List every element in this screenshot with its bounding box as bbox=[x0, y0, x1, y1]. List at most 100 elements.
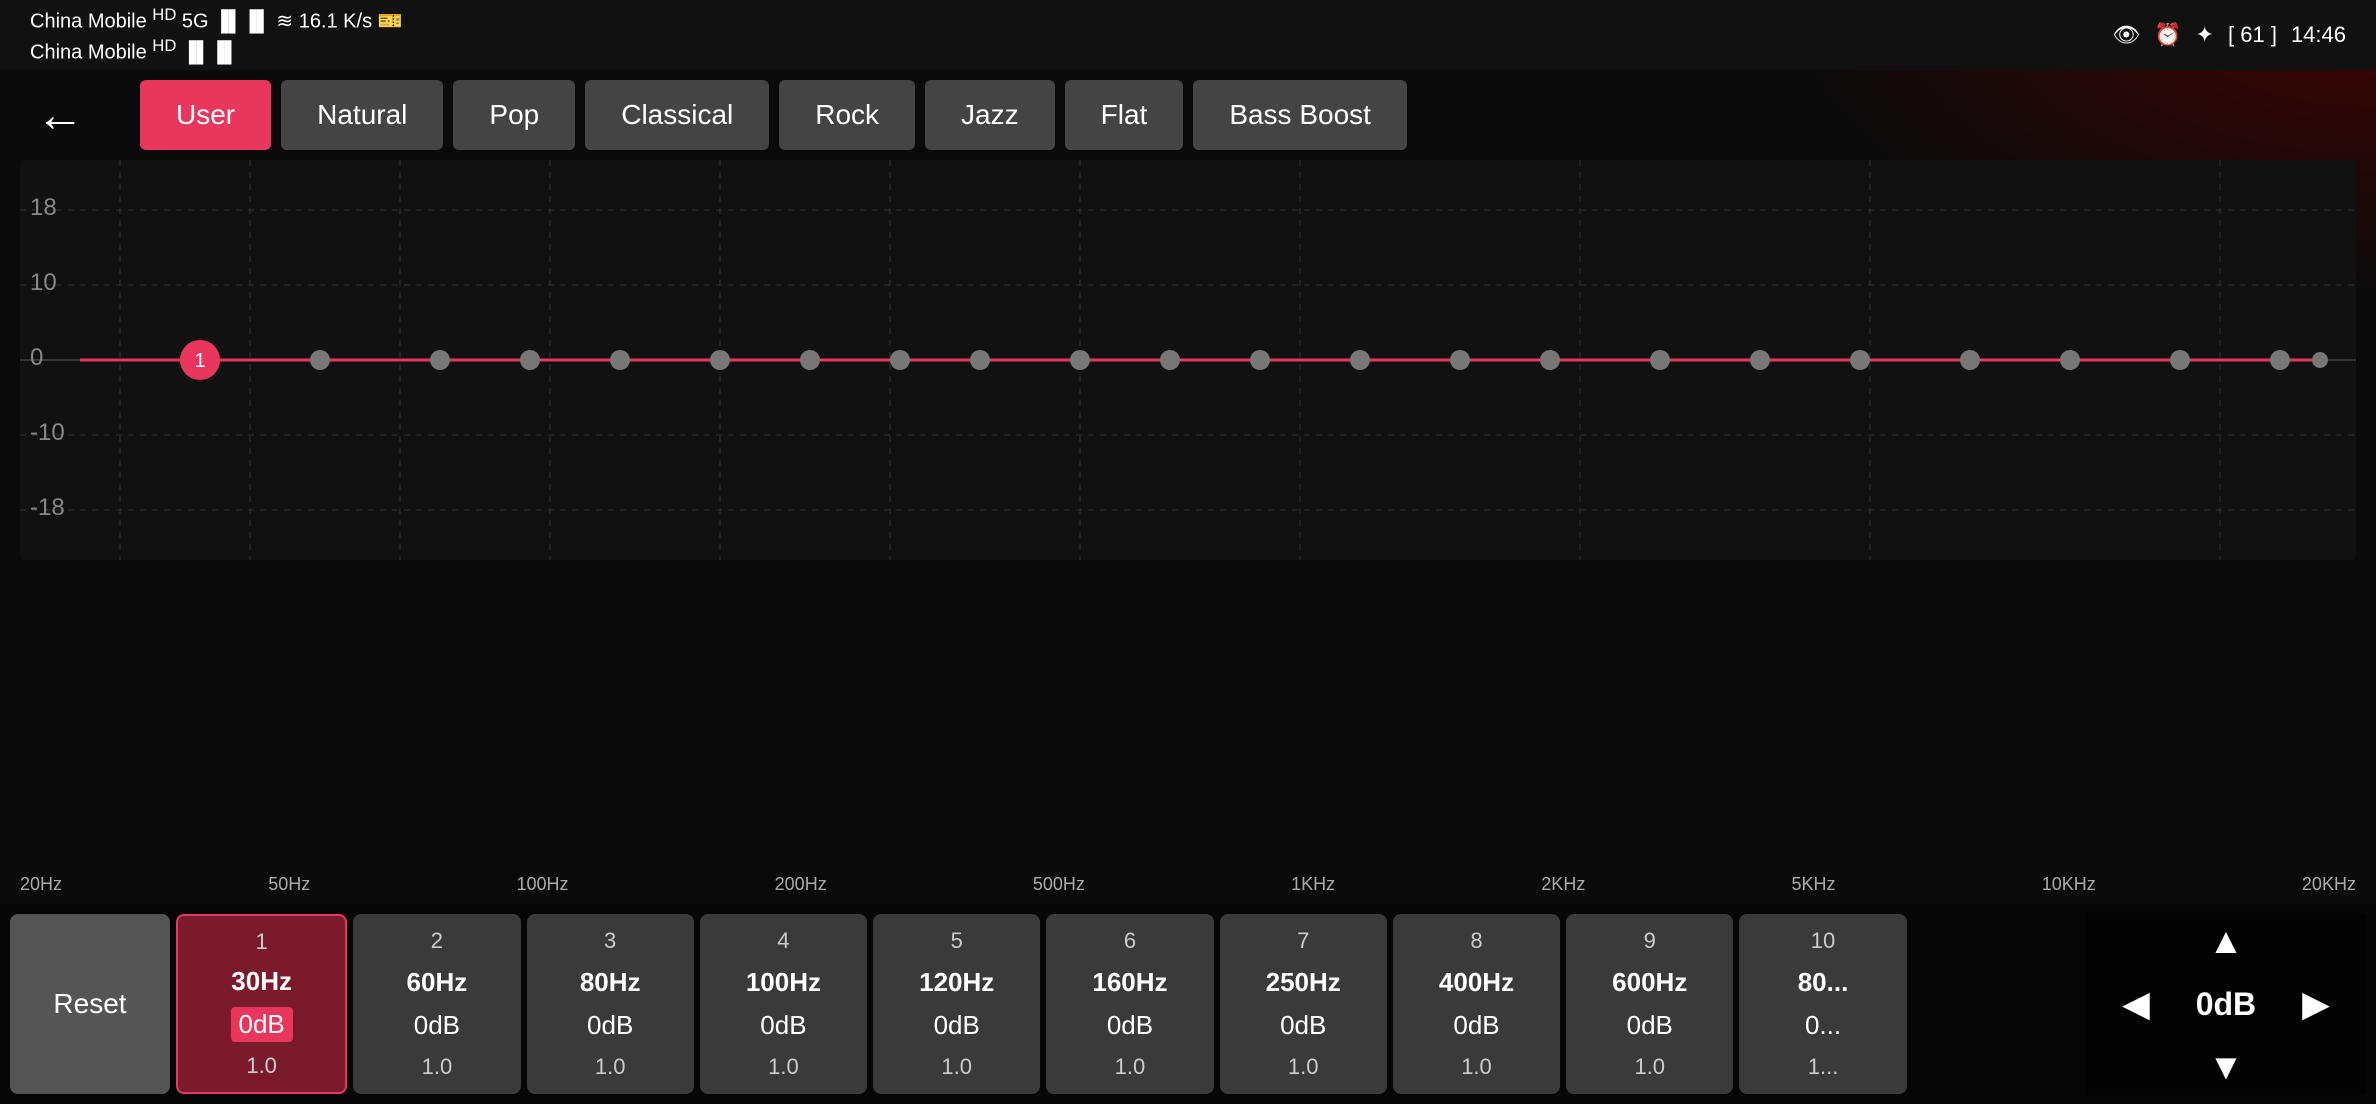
band-3-num: 3 bbox=[604, 928, 616, 954]
freq-5khz: 5KHz bbox=[1792, 874, 1836, 895]
band-6[interactable]: 6 160Hz 0dB 1.0 bbox=[1046, 914, 1213, 1094]
band-7[interactable]: 7 250Hz 0dB 1.0 bbox=[1220, 914, 1387, 1094]
band-3-db: 0dB bbox=[587, 1010, 633, 1041]
carrier1-text: China Mobile HD 5G ▐▌▐▌ ≋ 16.1 K/s 🎫 bbox=[30, 5, 403, 34]
band-5-num: 5 bbox=[951, 928, 963, 954]
band-6-freq: 160Hz bbox=[1092, 967, 1167, 998]
band-1[interactable]: 1 30Hz 0dB 1.0 bbox=[176, 914, 347, 1094]
carrier2-text: China Mobile HD ▐▌▐▌ bbox=[30, 36, 403, 65]
band-10[interactable]: 10 80... 0... 1... bbox=[1739, 914, 1906, 1094]
db-down-button[interactable]: ▼ bbox=[2196, 1040, 2256, 1094]
band-10-freq: 80... bbox=[1798, 967, 1849, 998]
band-6-q: 1.0 bbox=[1115, 1054, 1146, 1080]
band-prev-button[interactable]: ◀ bbox=[2106, 974, 2166, 1034]
db-up-button[interactable]: ▲ bbox=[2196, 914, 2256, 968]
back-arrow-icon: ← bbox=[36, 88, 84, 143]
band-9-num: 9 bbox=[1644, 928, 1656, 954]
band-4-db: 0dB bbox=[760, 1010, 806, 1041]
freq-500hz: 500Hz bbox=[1033, 874, 1085, 895]
band-4-q: 1.0 bbox=[768, 1054, 799, 1080]
eq-chart[interactable]: 18 10 0 -10 -18 1 bbox=[20, 160, 2356, 560]
right-controls: ▲ ◀ 0dB ▶ ▼ bbox=[2086, 914, 2366, 1094]
band-8[interactable]: 8 400Hz 0dB 1.0 bbox=[1393, 914, 1560, 1094]
band-2[interactable]: 2 60Hz 0dB 1.0 bbox=[353, 914, 520, 1094]
status-right: 👁 ⏰ ✦ [ 61 ] 14:46 bbox=[2112, 22, 2346, 48]
band-7-num: 7 bbox=[1297, 928, 1309, 954]
status-bar: China Mobile HD 5G ▐▌▐▌ ≋ 16.1 K/s 🎫 Chi… bbox=[0, 0, 2376, 70]
bluetooth-icon: ✦ bbox=[2196, 22, 2214, 48]
band-3-freq: 80Hz bbox=[580, 967, 641, 998]
svg-text:10: 10 bbox=[30, 269, 57, 296]
band-6-db: 0dB bbox=[1107, 1010, 1153, 1041]
band-2-num: 2 bbox=[431, 928, 443, 954]
band-next-button[interactable]: ▶ bbox=[2286, 974, 2346, 1034]
band-7-db: 0dB bbox=[1280, 1010, 1326, 1041]
band-8-num: 8 bbox=[1470, 928, 1482, 954]
preset-bass-boost[interactable]: Bass Boost bbox=[1193, 80, 1407, 150]
back-button[interactable]: ← bbox=[20, 80, 100, 150]
svg-text:0: 0 bbox=[30, 344, 43, 371]
band-3[interactable]: 3 80Hz 0dB 1.0 bbox=[527, 914, 694, 1094]
band-1-freq: 30Hz bbox=[231, 966, 292, 997]
band-2-q: 1.0 bbox=[422, 1054, 453, 1080]
svg-text:-18: -18 bbox=[30, 494, 65, 521]
freq-100hz: 100Hz bbox=[516, 874, 568, 895]
band-1-q: 1.0 bbox=[246, 1053, 277, 1079]
band-9-freq: 600Hz bbox=[1612, 967, 1687, 998]
band-4-freq: 100Hz bbox=[746, 967, 821, 998]
band-8-q: 1.0 bbox=[1461, 1054, 1492, 1080]
eq-chart-container: 18 10 0 -10 -18 1 bbox=[0, 160, 2376, 560]
freq-1khz: 1KHz bbox=[1291, 874, 1335, 895]
band-5-db: 0dB bbox=[934, 1010, 980, 1041]
freq-20hz: 20Hz bbox=[20, 874, 62, 895]
band-6-num: 6 bbox=[1124, 928, 1136, 954]
svg-text:-10: -10 bbox=[30, 419, 65, 446]
band-7-freq: 250Hz bbox=[1266, 967, 1341, 998]
band-3-q: 1.0 bbox=[595, 1054, 626, 1080]
band-5-q: 1.0 bbox=[941, 1054, 972, 1080]
eye-icon: 👁 bbox=[2112, 22, 2140, 48]
band-5[interactable]: 5 120Hz 0dB 1.0 bbox=[873, 914, 1040, 1094]
band-10-num: 10 bbox=[1811, 928, 1835, 954]
band-7-q: 1.0 bbox=[1288, 1054, 1319, 1080]
band-1-num: 1 bbox=[256, 929, 268, 955]
band-1-db: 0dB bbox=[231, 1007, 293, 1042]
band-9-db: 0dB bbox=[1627, 1010, 1673, 1041]
preset-pop[interactable]: Pop bbox=[453, 80, 575, 150]
freq-200hz: 200Hz bbox=[775, 874, 827, 895]
status-left: China Mobile HD 5G ▐▌▐▌ ≋ 16.1 K/s 🎫 Chi… bbox=[30, 5, 403, 64]
time-display: 14:46 bbox=[2291, 22, 2346, 48]
reset-button[interactable]: Reset bbox=[10, 914, 170, 1094]
preset-rock[interactable]: Rock bbox=[779, 80, 915, 150]
freq-10khz: 10KHz bbox=[2042, 874, 2096, 895]
band-10-q: 1... bbox=[1808, 1054, 1839, 1080]
band-9-q: 1.0 bbox=[1634, 1054, 1665, 1080]
svg-text:1: 1 bbox=[194, 350, 205, 372]
band-9[interactable]: 9 600Hz 0dB 1.0 bbox=[1566, 914, 1733, 1094]
band-8-db: 0dB bbox=[1453, 1010, 1499, 1041]
band-10-db: 0... bbox=[1805, 1010, 1841, 1041]
db-lr-row: ◀ 0dB ▶ bbox=[2106, 974, 2346, 1034]
preset-user[interactable]: User bbox=[140, 80, 271, 150]
band-4[interactable]: 4 100Hz 0dB 1.0 bbox=[700, 914, 867, 1094]
svg-text:18: 18 bbox=[30, 194, 57, 221]
freq-axis: 20Hz 50Hz 100Hz 200Hz 500Hz 1KHz 2KHz 5K… bbox=[20, 869, 2356, 899]
alarm-icon: ⏰ bbox=[2154, 22, 2181, 48]
freq-50hz: 50Hz bbox=[268, 874, 310, 895]
band-5-freq: 120Hz bbox=[919, 967, 994, 998]
preset-classical[interactable]: Classical bbox=[585, 80, 769, 150]
top-nav: ← User Natural Pop Classical Rock Jazz F… bbox=[0, 70, 2376, 160]
band-controls: Reset 1 30Hz 0dB 1.0 2 60Hz 0dB 1.0 3 80… bbox=[0, 904, 2376, 1104]
preset-flat[interactable]: Flat bbox=[1065, 80, 1184, 150]
band-2-freq: 60Hz bbox=[407, 967, 468, 998]
preset-jazz[interactable]: Jazz bbox=[925, 80, 1055, 150]
preset-natural[interactable]: Natural bbox=[281, 80, 443, 150]
battery-display: [ 61 ] bbox=[2228, 22, 2277, 48]
eq-chart-svg: 18 10 0 -10 -18 1 bbox=[20, 160, 2356, 560]
band-4-num: 4 bbox=[777, 928, 789, 954]
current-db-display: 0dB bbox=[2186, 986, 2266, 1023]
freq-2khz: 2KHz bbox=[1541, 874, 1585, 895]
band-2-db: 0dB bbox=[414, 1010, 460, 1041]
freq-20khz: 20KHz bbox=[2302, 874, 2356, 895]
band-8-freq: 400Hz bbox=[1439, 967, 1514, 998]
